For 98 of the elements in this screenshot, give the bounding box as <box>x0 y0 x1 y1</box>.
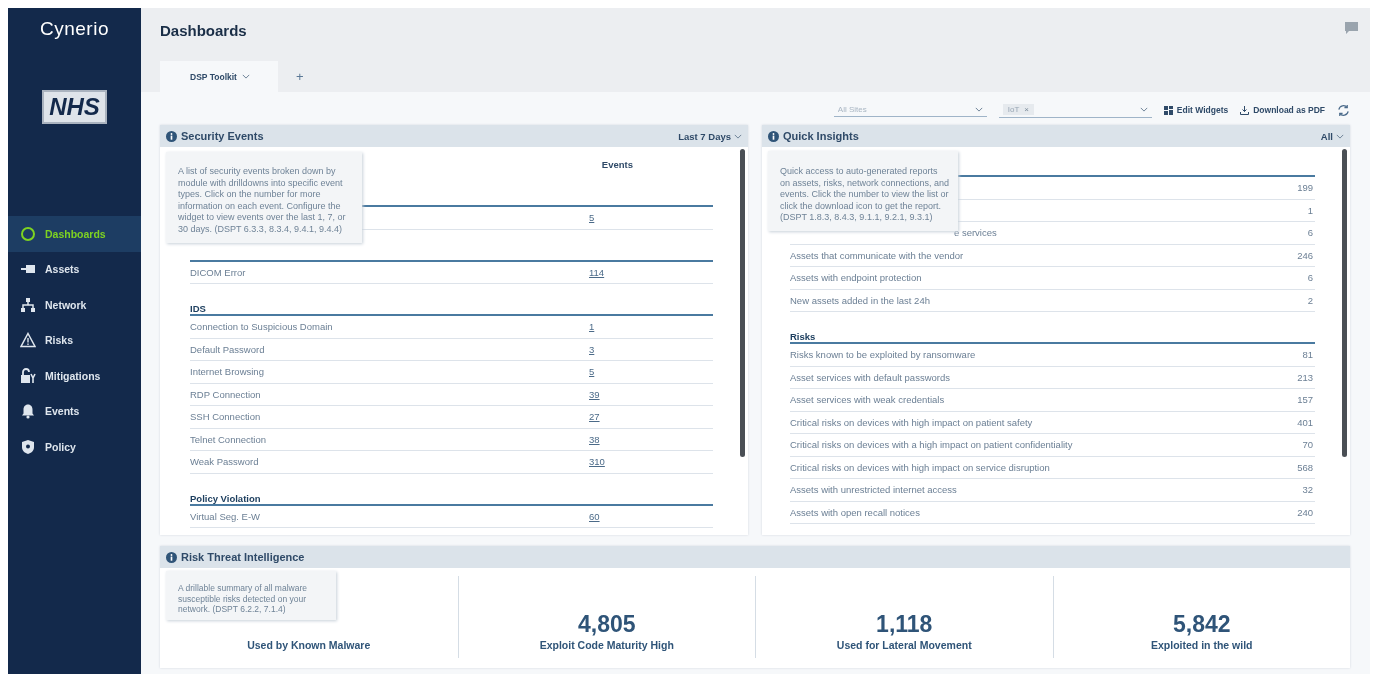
stat-value[interactable]: 1,118 <box>876 611 933 638</box>
count-value: 157 <box>1296 394 1314 406</box>
ring-icon <box>20 225 36 242</box>
count-value: 568 <box>1296 461 1314 473</box>
tooltip: A list of security events broken down by module with drilldowns into specific event types. Click on the number for more information on each event. Configure the widget to view events over the last 1, 7, or 30 days. (DSPT 6.3.3, 8.3.4, 9.4.1, 9.4.4) <box>166 152 362 243</box>
download-icon <box>1240 105 1250 115</box>
sidebar-item[interactable]: Mitigations <box>8 358 141 394</box>
scrollbar[interactable] <box>1342 149 1347 457</box>
count-value: 199 <box>1296 182 1314 194</box>
row-label: Virtual Seg. E-W <box>190 510 261 522</box>
stat-label: Used by Known Malware <box>247 639 371 651</box>
range-dropdown[interactable]: Last 7 Days <box>678 130 742 142</box>
row-label: Critical risks on devices with high impact on patient safety <box>790 416 1033 428</box>
event-count-link[interactable]: 114 <box>589 266 619 278</box>
scrollbar[interactable] <box>740 149 745 457</box>
site-select[interactable]: All Sites <box>837 105 918 114</box>
widget-title: Quick Insights <box>783 130 860 142</box>
row-label: Assets with open recall notices <box>790 506 920 518</box>
event-count-link[interactable]: 5 <box>589 366 619 378</box>
chat-icon[interactable] <box>1345 22 1358 34</box>
row-label: Assets with unrestricted internet access <box>790 484 957 496</box>
row-label: Critical risks on devices with a high impact on patient confidentiality <box>790 439 1073 451</box>
padlock-icon <box>20 367 36 384</box>
chevron-down-icon <box>1139 107 1148 112</box>
range-dropdown[interactable]: All <box>1320 130 1344 142</box>
row-label: Assets that communicate with the vendor <box>790 249 964 261</box>
event-count-link[interactable]: 310 <box>589 456 619 468</box>
count-value: 2 <box>1306 294 1314 306</box>
sidebar-item[interactable]: Dashboards <box>8 216 141 252</box>
count-value: 70 <box>1301 439 1314 451</box>
sidebar-item[interactable]: Assets <box>8 251 141 287</box>
stat-value[interactable]: 5,842 <box>1172 611 1231 638</box>
grid-icon <box>1163 105 1173 115</box>
row-label: Asset services with default passwords <box>790 371 950 383</box>
row-label: Default Password <box>190 343 265 355</box>
chevron-down-icon <box>974 107 983 112</box>
event-count-link[interactable]: 5 <box>589 212 619 224</box>
event-count-link[interactable]: 39 <box>589 388 619 400</box>
widget-title: Security Events <box>181 130 265 142</box>
count-value: 81 <box>1301 349 1314 361</box>
chevron-down-icon <box>1336 133 1344 139</box>
info-icon <box>166 551 177 563</box>
row-label: Assets with endpoint protection <box>790 272 922 284</box>
stat-value[interactable]: 4,805 <box>577 611 636 638</box>
refresh-icon[interactable] <box>1337 103 1350 117</box>
count-value: 1 <box>1306 204 1314 216</box>
section-heading: Policy Violation <box>190 492 261 504</box>
sidebar-item[interactable]: Policy <box>8 429 141 465</box>
dashboard-tab[interactable]: + <box>277 61 322 92</box>
stat-label: Exploited in the wild <box>1151 639 1253 651</box>
event-count-link[interactable]: 1 <box>589 321 619 333</box>
row-label: Asset services with weak credentials <box>790 394 945 406</box>
event-count-link[interactable]: 38 <box>589 433 619 445</box>
stat-label: Exploit Code Maturity High <box>539 639 674 651</box>
widget-title: Risk Threat Intelligence <box>181 551 306 563</box>
row-label: Internet Browsing <box>190 366 264 378</box>
row-label: SSH Connection <box>190 411 261 423</box>
chevron-down-icon <box>241 74 250 79</box>
row-label: New assets added in the last 24h <box>790 294 930 306</box>
info-icon <box>768 130 779 142</box>
info-icon <box>166 130 177 142</box>
row-label: Telnet Connection <box>190 433 267 445</box>
row-label: Critical risks on devices with high impact on service disruption <box>790 461 1050 473</box>
section-heading: IDS <box>190 303 206 314</box>
tooltip: Quick access to auto-generated reports on assets, risks, network connections, and events. Click the number to view the list or click the download icon to get the report. (DSPT 1.8.3, 8.4.3, 9.1.1, 9.2.1, 9.3.1) <box>768 151 958 231</box>
row-label: RDP Connection <box>190 388 261 400</box>
count-value: 6 <box>1306 227 1314 239</box>
row-label: Weak Password <box>190 456 259 468</box>
chevron-down-icon <box>734 133 742 139</box>
count-value: 401 <box>1296 416 1314 428</box>
network-icon <box>20 296 36 313</box>
row-label: Risks known to be exploited by ransomware <box>790 349 976 361</box>
stat-label: Used for Lateral Movement <box>836 639 972 651</box>
row-label: DICOM Error <box>190 266 246 278</box>
column-header: Events <box>601 159 633 172</box>
count-value: 240 <box>1296 506 1314 518</box>
org-logo: NHS <box>42 90 107 124</box>
tooltip: A drillable summary of all malware susceptible risks detected on your network. (DSPT 6.2.2, 7.1.4) <box>166 571 336 620</box>
edit-widgets-button[interactable]: Edit Widgets <box>1163 105 1229 115</box>
filter-chip: IoT × <box>1002 104 1035 115</box>
section-heading: Risks <box>790 331 816 342</box>
warning-icon <box>20 332 36 349</box>
event-count-link[interactable]: 3 <box>589 343 619 355</box>
count-value: 213 <box>1296 371 1314 383</box>
count-value: 32 <box>1301 484 1314 496</box>
sidebar-item[interactable]: Events <box>8 393 141 429</box>
bell-icon <box>20 403 36 420</box>
download-pdf-button[interactable]: Download as PDF <box>1240 105 1325 115</box>
count-value: 6 <box>1306 272 1314 284</box>
page-title: Dashboards <box>160 22 247 41</box>
row-label: Connection to Suspicious Domain <box>190 321 333 333</box>
shield-icon <box>20 438 36 455</box>
event-count-link[interactable]: 60 <box>589 510 619 522</box>
sidebar-item[interactable]: Risks <box>8 322 141 358</box>
dashboard-tab[interactable]: DSP Toolkit <box>160 61 278 92</box>
event-count-link[interactable]: 27 <box>589 411 619 423</box>
count-value: 246 <box>1296 249 1314 261</box>
sidebar-item[interactable]: Network <box>8 287 141 323</box>
